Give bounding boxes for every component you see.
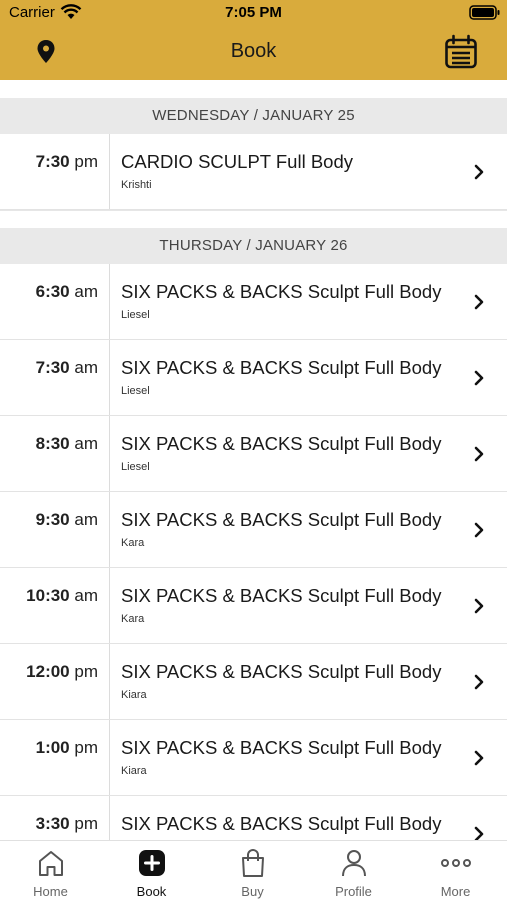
class-title: SIX PACKS & BACKS Sculpt Full Body bbox=[121, 585, 442, 606]
chevron-right-icon bbox=[474, 826, 484, 840]
day-header: WEDNESDAY / JANUARY 25 bbox=[0, 98, 507, 134]
class-instructor: Liesel bbox=[121, 385, 150, 397]
time-column: 3:30 pm bbox=[0, 796, 110, 840]
time-column: 7:30 pm bbox=[0, 134, 110, 209]
shopping-bag-icon bbox=[242, 849, 264, 877]
time-column: 6:30 am bbox=[0, 264, 110, 339]
class-row[interactable]: 3:30 pm SIX PACKS & BACKS Sculpt Full Bo… bbox=[0, 796, 507, 840]
class-row[interactable]: 12:00 pm SIX PACKS & BACKS Sculpt Full B… bbox=[0, 644, 507, 720]
class-title: SIX PACKS & BACKS Sculpt Full Body bbox=[121, 357, 442, 378]
class-row[interactable]: 6:30 am SIX PACKS & BACKS Sculpt Full Bo… bbox=[0, 264, 507, 340]
class-time: 8:30 am bbox=[35, 434, 98, 453]
day-header: THURSDAY / JANUARY 26 bbox=[0, 228, 507, 264]
tab-bar: Home Book Buy Profile More bbox=[0, 840, 507, 900]
class-instructor: Kara bbox=[121, 613, 145, 625]
class-title: SIX PACKS & BACKS Sculpt Full Body bbox=[121, 661, 442, 682]
chevron-right-icon bbox=[474, 164, 484, 180]
class-instructor: Liesel bbox=[121, 461, 150, 473]
more-dots-icon bbox=[441, 859, 471, 867]
class-time: 10:30 am bbox=[26, 586, 98, 605]
tab-label: More bbox=[440, 884, 471, 899]
class-row[interactable]: 9:30 am SIX PACKS & BACKS Sculpt Full Bo… bbox=[0, 492, 507, 568]
class-time: 6:30 am bbox=[35, 282, 98, 301]
section-gap bbox=[0, 210, 507, 228]
chevron-right-icon bbox=[474, 294, 484, 310]
class-time: 7:30 am bbox=[35, 358, 98, 377]
tab-buy[interactable]: Buy bbox=[202, 841, 303, 900]
class-instructor: Krishti bbox=[121, 179, 152, 191]
class-title: CARDIO SCULPT Full Body bbox=[121, 151, 353, 172]
class-title: SIX PACKS & BACKS Sculpt Full Body bbox=[121, 737, 442, 758]
class-row[interactable]: 7:30 pm CARDIO SCULPT Full Body Krishti bbox=[0, 134, 507, 210]
chevron-right-icon bbox=[474, 522, 484, 538]
chevron-right-icon bbox=[474, 750, 484, 766]
tab-home[interactable]: Home bbox=[0, 841, 101, 900]
status-bar: Carrier 7:05 PM bbox=[0, 0, 507, 26]
schedule-list[interactable]: WEDNESDAY / JANUARY 25 7:30 pm CARDIO SC… bbox=[0, 80, 507, 840]
class-title: SIX PACKS & BACKS Sculpt Full Body bbox=[121, 281, 442, 302]
chevron-right-icon bbox=[474, 598, 484, 614]
tab-more[interactable]: More bbox=[405, 841, 506, 900]
time-column: 10:30 am bbox=[0, 568, 110, 643]
home-icon bbox=[39, 851, 63, 876]
chevron-right-icon bbox=[474, 674, 484, 690]
class-title: SIX PACKS & BACKS Sculpt Full Body bbox=[121, 813, 442, 834]
list-top-spacer bbox=[0, 80, 507, 98]
page-title: Book bbox=[230, 40, 277, 62]
profile-icon bbox=[342, 850, 366, 877]
battery-icon bbox=[469, 5, 501, 24]
time-column: 7:30 am bbox=[0, 340, 110, 415]
class-instructor: Kara bbox=[121, 537, 145, 549]
tab-label: Buy bbox=[241, 884, 264, 899]
class-title: SIX PACKS & BACKS Sculpt Full Body bbox=[121, 433, 442, 454]
time-column: 8:30 am bbox=[0, 416, 110, 491]
class-row[interactable]: 8:30 am SIX PACKS & BACKS Sculpt Full Bo… bbox=[0, 416, 507, 492]
class-instructor: Kiara bbox=[121, 689, 147, 701]
class-title: SIX PACKS & BACKS Sculpt Full Body bbox=[121, 509, 442, 530]
class-time: 9:30 am bbox=[35, 510, 98, 529]
tab-book[interactable]: Book bbox=[101, 841, 202, 900]
time-column: 12:00 pm bbox=[0, 644, 110, 719]
class-time: 12:00 pm bbox=[26, 662, 98, 681]
status-time: 7:05 PM bbox=[225, 4, 282, 21]
class-instructor: Liesel bbox=[121, 309, 150, 321]
chevron-right-icon bbox=[474, 446, 484, 462]
tab-label: Profile bbox=[335, 884, 372, 899]
class-time: 1:00 pm bbox=[35, 738, 98, 757]
tab-label: Home bbox=[33, 884, 68, 899]
class-instructor: Kiara bbox=[121, 765, 147, 777]
class-time: 3:30 pm bbox=[35, 814, 98, 833]
chevron-right-icon bbox=[474, 370, 484, 386]
tab-label: Book bbox=[136, 884, 167, 899]
book-plus-icon bbox=[139, 850, 165, 876]
class-time: 7:30 pm bbox=[35, 152, 98, 171]
time-column: 9:30 am bbox=[0, 492, 110, 567]
app-header: Carrier 7:05 PM Book bbox=[0, 0, 507, 80]
class-row[interactable]: 1:00 pm SIX PACKS & BACKS Sculpt Full Bo… bbox=[0, 720, 507, 796]
calendar-icon[interactable] bbox=[444, 34, 478, 70]
time-column: 1:00 pm bbox=[0, 720, 110, 795]
class-row[interactable]: 7:30 am SIX PACKS & BACKS Sculpt Full Bo… bbox=[0, 340, 507, 416]
tab-profile[interactable]: Profile bbox=[303, 841, 404, 900]
class-row[interactable]: 10:30 am SIX PACKS & BACKS Sculpt Full B… bbox=[0, 568, 507, 644]
